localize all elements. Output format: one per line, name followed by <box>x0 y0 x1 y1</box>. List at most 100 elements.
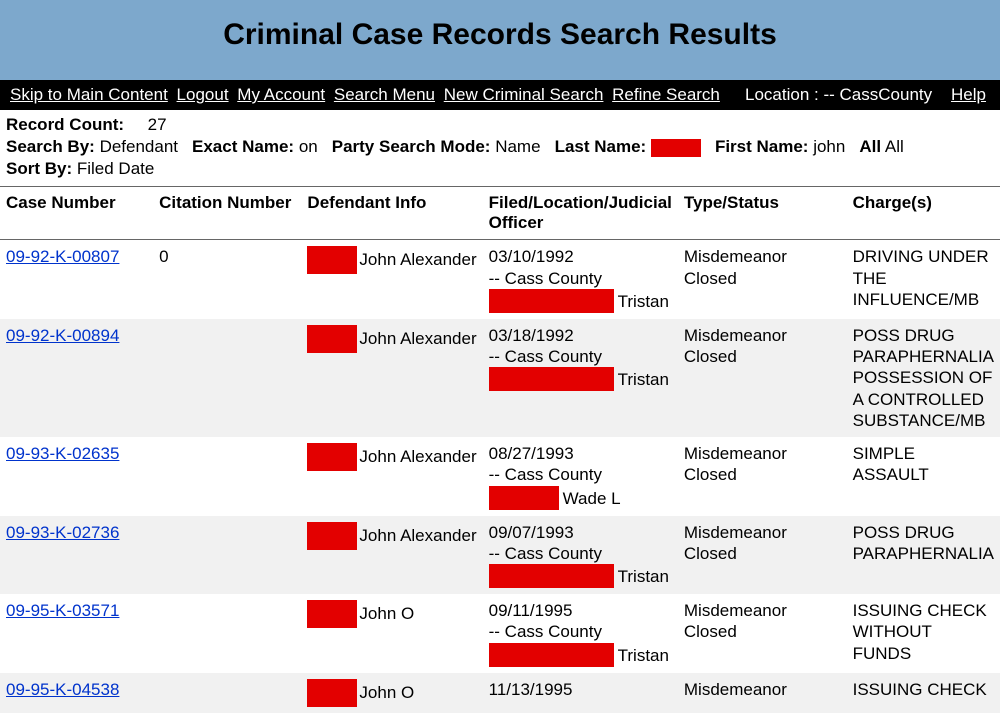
page-banner: Criminal Case Records Search Results <box>0 0 1000 80</box>
filed-cell: 11/13/1995 <box>483 673 678 713</box>
case-number-link[interactable]: 09-95-K-04538 <box>6 680 119 699</box>
filed-date: 08/27/1993 <box>489 443 672 464</box>
filed-location: -- Cass County <box>489 464 672 485</box>
officer-redaction <box>489 643 614 667</box>
judicial-officer-line: Tristan <box>489 564 672 588</box>
filed-date: 03/10/1992 <box>489 246 672 267</box>
results-table: Case Number Citation Number Defendant In… <box>0 186 1000 712</box>
defendant-name: John O <box>359 679 414 703</box>
defendant-name: John Alexander <box>359 246 476 270</box>
defendant-name: John Alexander <box>359 522 476 546</box>
officer-name: Tristan <box>618 289 669 312</box>
table-header-row: Case Number Citation Number Defendant In… <box>0 187 1000 240</box>
filed-cell: 08/27/1993-- Cass CountyWade L <box>483 437 678 516</box>
col-citation-number: Citation Number <box>153 187 301 240</box>
filed-date: 11/13/1995 <box>489 679 672 700</box>
type-status-cell: MisdemeanorClosed <box>678 240 847 319</box>
sort-by-value: Filed Date <box>77 159 154 178</box>
col-case-number: Case Number <box>0 187 153 240</box>
nav-links: Skip to Main Content Logout My Account S… <box>10 85 724 105</box>
case-type: Misdemeanor <box>684 600 841 621</box>
type-status-cell: MisdemeanorClosed <box>678 437 847 516</box>
search-by-label: Search By: <box>6 137 95 156</box>
citation-cell: 0 <box>153 240 301 319</box>
nav-new-criminal-search[interactable]: New Criminal Search <box>444 85 604 104</box>
officer-redaction <box>489 564 614 588</box>
case-type: Misdemeanor <box>684 325 841 346</box>
page-title: Criminal Case Records Search Results <box>0 18 1000 52</box>
table-row: 09-95-K-04538 John O 11/13/1995 Misdemeanor… <box>0 673 1000 713</box>
location-value: -- CassCounty <box>823 85 932 104</box>
officer-name: Wade L <box>563 486 621 509</box>
defendant-name: John O <box>359 600 414 624</box>
type-status-cell: Misdemeanor <box>678 673 847 713</box>
filed-date: 09/11/1995 <box>489 600 672 621</box>
citation-cell <box>153 437 301 516</box>
nav-right: Location : -- CassCounty Help <box>745 85 990 105</box>
type-status-cell: MisdemeanorClosed <box>678 516 847 595</box>
filed-date: 03/18/1992 <box>489 325 672 346</box>
nav-refine-search[interactable]: Refine Search <box>612 85 720 104</box>
defendant-name: John Alexander <box>359 325 476 349</box>
filed-location: -- Cass County <box>489 268 672 289</box>
defendant-cell: John Alexander <box>301 319 482 437</box>
citation-cell <box>153 319 301 437</box>
case-status: Closed <box>684 464 841 485</box>
charges-cell: SIMPLE ASSAULT <box>847 437 1000 516</box>
table-row: 09-93-K-02736 John Alexander 09/07/1993-- … <box>0 516 1000 595</box>
judicial-officer-line: Tristan <box>489 367 672 391</box>
all-value: All <box>885 137 904 156</box>
nav-search-menu[interactable]: Search Menu <box>334 85 435 104</box>
col-charges: Charge(s) <box>847 187 1000 240</box>
case-type: Misdemeanor <box>684 522 841 543</box>
first-name-value: john <box>813 137 845 156</box>
defendant-lastname-redaction <box>307 600 357 628</box>
case-number-link[interactable]: 09-95-K-03571 <box>6 601 119 620</box>
charges-cell: POSS DRUG PARAPHERNALIA <box>847 516 1000 595</box>
exact-name-value: on <box>299 137 318 156</box>
sort-by-label: Sort By: <box>6 159 72 178</box>
filed-cell: 09/11/1995-- Cass CountyTristan <box>483 594 678 673</box>
defendant-lastname-redaction <box>307 325 357 353</box>
defendant-cell: John Alexander <box>301 240 482 319</box>
nav-help[interactable]: Help <box>951 85 986 104</box>
table-row: 09-92-K-00894 John Alexander 03/18/1992-- … <box>0 319 1000 437</box>
top-nav: Skip to Main Content Logout My Account S… <box>0 80 1000 110</box>
nav-logout[interactable]: Logout <box>177 85 229 104</box>
last-name-redaction <box>651 139 701 157</box>
location-label: Location : <box>745 85 819 104</box>
filed-location: -- Cass County <box>489 621 672 642</box>
officer-redaction <box>489 486 559 510</box>
defendant-cell: John O <box>301 673 482 713</box>
party-mode-value: Name <box>495 137 540 156</box>
all-label: All <box>859 137 881 156</box>
filed-cell: 09/07/1993-- Cass CountyTristan <box>483 516 678 595</box>
nav-skip[interactable]: Skip to Main Content <box>10 85 168 104</box>
defendant-cell: John O <box>301 594 482 673</box>
officer-name: Tristan <box>618 564 669 587</box>
judicial-officer-line: Tristan <box>489 289 672 313</box>
case-number-link[interactable]: 09-92-K-00807 <box>6 247 119 266</box>
case-number-link[interactable]: 09-93-K-02736 <box>6 523 119 542</box>
case-status: Closed <box>684 268 841 289</box>
defendant-lastname-redaction <box>307 443 357 471</box>
exact-name-label: Exact Name: <box>192 137 294 156</box>
record-count-label: Record Count: <box>6 115 124 134</box>
case-number-link[interactable]: 09-92-K-00894 <box>6 326 119 345</box>
filed-location: -- Cass County <box>489 346 672 367</box>
party-mode-label: Party Search Mode: <box>332 137 491 156</box>
officer-name: Tristan <box>618 643 669 666</box>
filed-cell: 03/10/1992-- Cass CountyTristan <box>483 240 678 319</box>
case-type: Misdemeanor <box>684 679 841 700</box>
citation-cell <box>153 516 301 595</box>
case-number-link[interactable]: 09-93-K-02635 <box>6 444 119 463</box>
charges-cell: ISSUING CHECK <box>847 673 1000 713</box>
nav-my-account[interactable]: My Account <box>237 85 325 104</box>
defendant-cell: John Alexander <box>301 437 482 516</box>
col-filed-location-officer: Filed/Location/Judicial Officer <box>483 187 678 240</box>
case-status: Closed <box>684 621 841 642</box>
last-name-label: Last Name: <box>555 137 647 156</box>
type-status-cell: MisdemeanorClosed <box>678 319 847 437</box>
col-type-status: Type/Status <box>678 187 847 240</box>
search-by-value: Defendant <box>100 137 178 156</box>
